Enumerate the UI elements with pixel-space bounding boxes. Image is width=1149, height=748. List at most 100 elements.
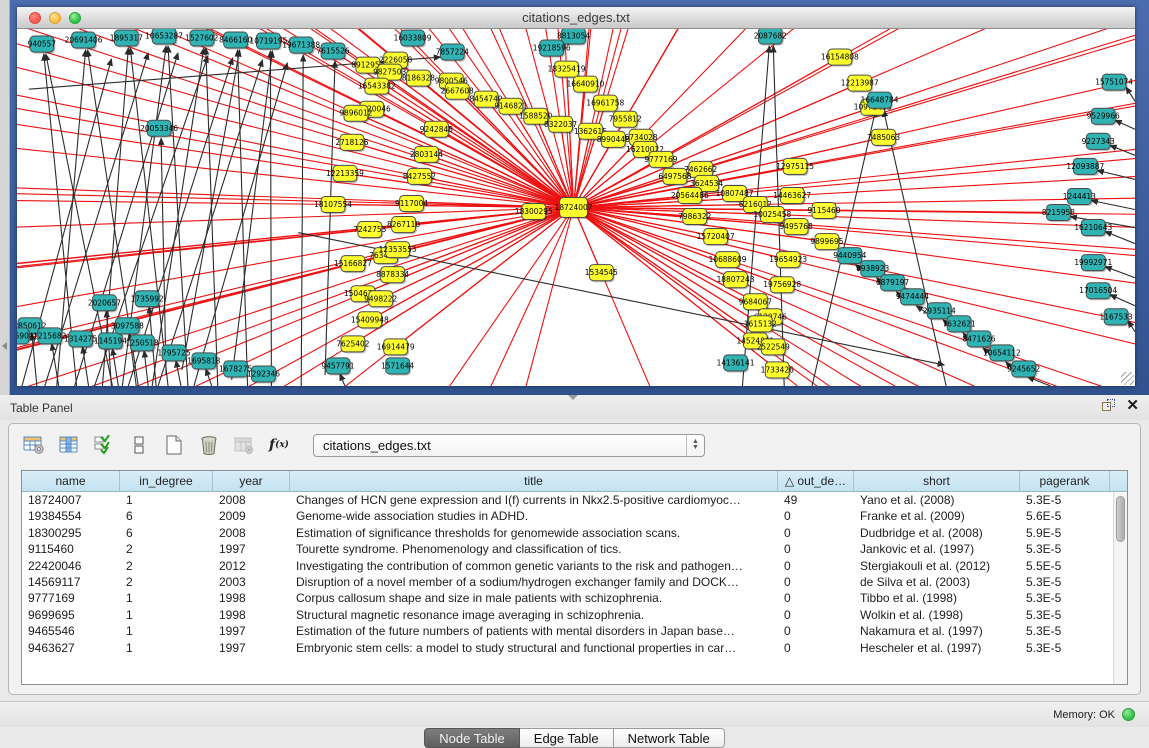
graph-node[interactable]: 9242848 [420,121,453,139]
splitter-notch-icon[interactable] [568,395,578,400]
dropdown-stepper-icon[interactable]: ▲▼ [686,435,704,456]
graph-node[interactable]: 8215958 [1042,204,1075,222]
row-height-icon[interactable] [126,432,152,458]
graph-node[interactable]: 8878334 [376,267,409,285]
graph-node[interactable]: 1167533 [1100,309,1133,327]
graph-node[interactable]: 1735992 [131,291,164,309]
table-scrollbar-thumb[interactable] [1116,496,1125,542]
graph-node[interactable]: 1733426 [761,362,794,380]
graph-node[interactable]: 9457791 [321,358,354,376]
table-row[interactable]: 1938455462009Genome-wide association stu… [22,508,1127,524]
graph-node[interactable]: 7857224 [436,44,469,62]
table-row[interactable]: 946554611997Estimation of the future num… [22,623,1127,639]
graph-node[interactable]: 1895317 [110,30,143,48]
graph-node[interactable]: 7485063 [867,129,900,147]
table-row[interactable]: 2242004622012Investigating the contribut… [22,558,1127,574]
graph-node[interactable]: 16961758 [586,95,624,113]
column-header-2[interactable]: year [213,471,290,491]
graph-node[interactable]: 16543382 [358,78,396,96]
table-column-icon[interactable] [56,432,82,458]
graph-node[interactable]: 1527602 [185,30,218,48]
graph-node[interactable]: 12213987 [841,75,879,93]
graph-node[interactable]: 8322037 [544,116,577,134]
table-row[interactable]: 1872400712008Changes of HCN gene express… [22,492,1127,508]
graph-node[interactable]: 1571644 [381,358,414,376]
table-settings-icon[interactable] [21,432,47,458]
graph-node[interactable]: 9227343 [1082,133,1115,151]
graph-node[interactable]: 2020657 [88,295,121,313]
column-header-4[interactable]: △ out_de… [778,471,854,491]
graph-node[interactable]: 7242753 [353,222,386,240]
new-table-icon[interactable] [161,432,187,458]
graph-node[interactable]: 19671388 [282,37,320,55]
graph-node[interactable]: 1534545 [585,265,618,283]
table-row[interactable]: 969969511998Structural magnetic resonanc… [22,607,1127,623]
graph-node[interactable]: 18107554 [314,196,352,214]
graph-node[interactable]: 16210643 [1074,220,1112,238]
table-selector-dropdown[interactable]: citations_edges.txt ▲▼ [313,434,705,457]
column-header-6[interactable]: pagerank [1020,471,1110,491]
network-canvas[interactable]: 2226058891295498275038186328980054626676… [17,29,1135,386]
table-row[interactable]: 1830029562008Estimation of significance … [22,525,1127,541]
graph-node[interactable]: 1615132 [744,316,777,334]
panel-collapse-icon[interactable] [2,342,7,350]
table-row[interactable]: 977716911998Corpus callosum shape and si… [22,590,1127,606]
graph-node[interactable]: 1145194 [94,333,127,351]
graph-node[interactable]: 1314275 [64,331,97,349]
column-header-3[interactable]: title [290,471,778,491]
graph-node[interactable]: 7955812 [609,111,642,129]
graph-node[interactable]: 9474444 [896,289,929,307]
graph-node[interactable]: 8267110 [387,217,420,235]
graph-node[interactable]: 14463627 [773,187,811,205]
graph-node[interactable]: 14136141 [717,355,755,373]
delete-trash-icon[interactable] [196,432,222,458]
graph-node[interactable]: 9529966 [1087,108,1120,126]
graph-node[interactable]: 8466160 [219,32,252,50]
graph-node[interactable]: 9495768 [780,219,813,237]
graph-node[interactable]: 17016504 [1079,283,1117,301]
tab-network-table[interactable]: Network Table [614,728,725,748]
graph-node[interactable]: 1695818 [187,353,220,371]
graph-node[interactable]: 9117004 [395,195,428,213]
graph-node[interactable]: 10653287 [145,29,183,46]
graph-node[interactable]: 19756928 [763,277,801,295]
graph-node[interactable]: 9498222 [364,291,397,309]
tab-node-table[interactable]: Node Table [424,728,520,748]
network-window[interactable]: citations_edges.txt 22260588912954982750… [10,0,1149,395]
graph-node[interactable]: 9245652 [1007,361,1040,379]
graph-node[interactable]: 6497568 [658,168,691,186]
network-window-titlebar[interactable]: citations_edges.txt [17,7,1135,29]
graph-node[interactable]: 1292346 [247,366,280,384]
graph-node[interactable]: 7986322 [678,209,711,227]
select-columns-icon[interactable] [91,432,117,458]
table-row[interactable]: 911546021997Tourette syndrome. Phenomeno… [22,541,1127,557]
graph-node[interactable]: 2087682 [754,29,787,46]
function-builder-icon[interactable]: f(x) [266,432,292,458]
graph-node[interactable]: 15166827 [334,256,372,274]
graph-node[interactable]: 2522549 [757,339,790,357]
table-scrollbar[interactable] [1113,493,1127,684]
graph-node[interactable]: 940557 [28,36,57,54]
graph-node[interactable]: 19654923 [769,252,807,270]
graph-node[interactable]: 10688609 [709,252,747,270]
tab-edge-table[interactable]: Edge Table [520,728,614,748]
graph-node[interactable]: 20691406 [65,32,103,50]
graph-node[interactable]: 19218596 [533,40,571,58]
graph-node[interactable]: 10654112 [983,345,1021,363]
table-row[interactable]: 946362711997Embryonic stem cells: a mode… [22,640,1127,656]
close-panel-icon[interactable]: ✕ [1126,399,1139,413]
column-header-5[interactable]: short [854,471,1020,491]
graph-node[interactable]: 16033809 [394,30,432,48]
graph-node[interactable]: 20053346 [140,120,178,138]
graph-node[interactable]: 1215682 [33,328,66,346]
graph-node[interactable]: 9896012 [339,105,372,123]
graph-node[interactable]: 16914479 [377,339,415,357]
float-panel-icon[interactable] [1102,399,1116,413]
graph-node[interactable]: 3915904 [17,328,34,346]
column-header-0[interactable]: name [22,471,120,491]
graph-node[interactable]: 18807243 [717,272,755,290]
graph-node[interactable]: 9115460 [807,202,840,220]
graph-node[interactable]: 12975115 [776,158,814,176]
graph-hub-node[interactable]: 18724007 [555,197,593,219]
graph-node[interactable]: 19992971 [1074,255,1112,273]
